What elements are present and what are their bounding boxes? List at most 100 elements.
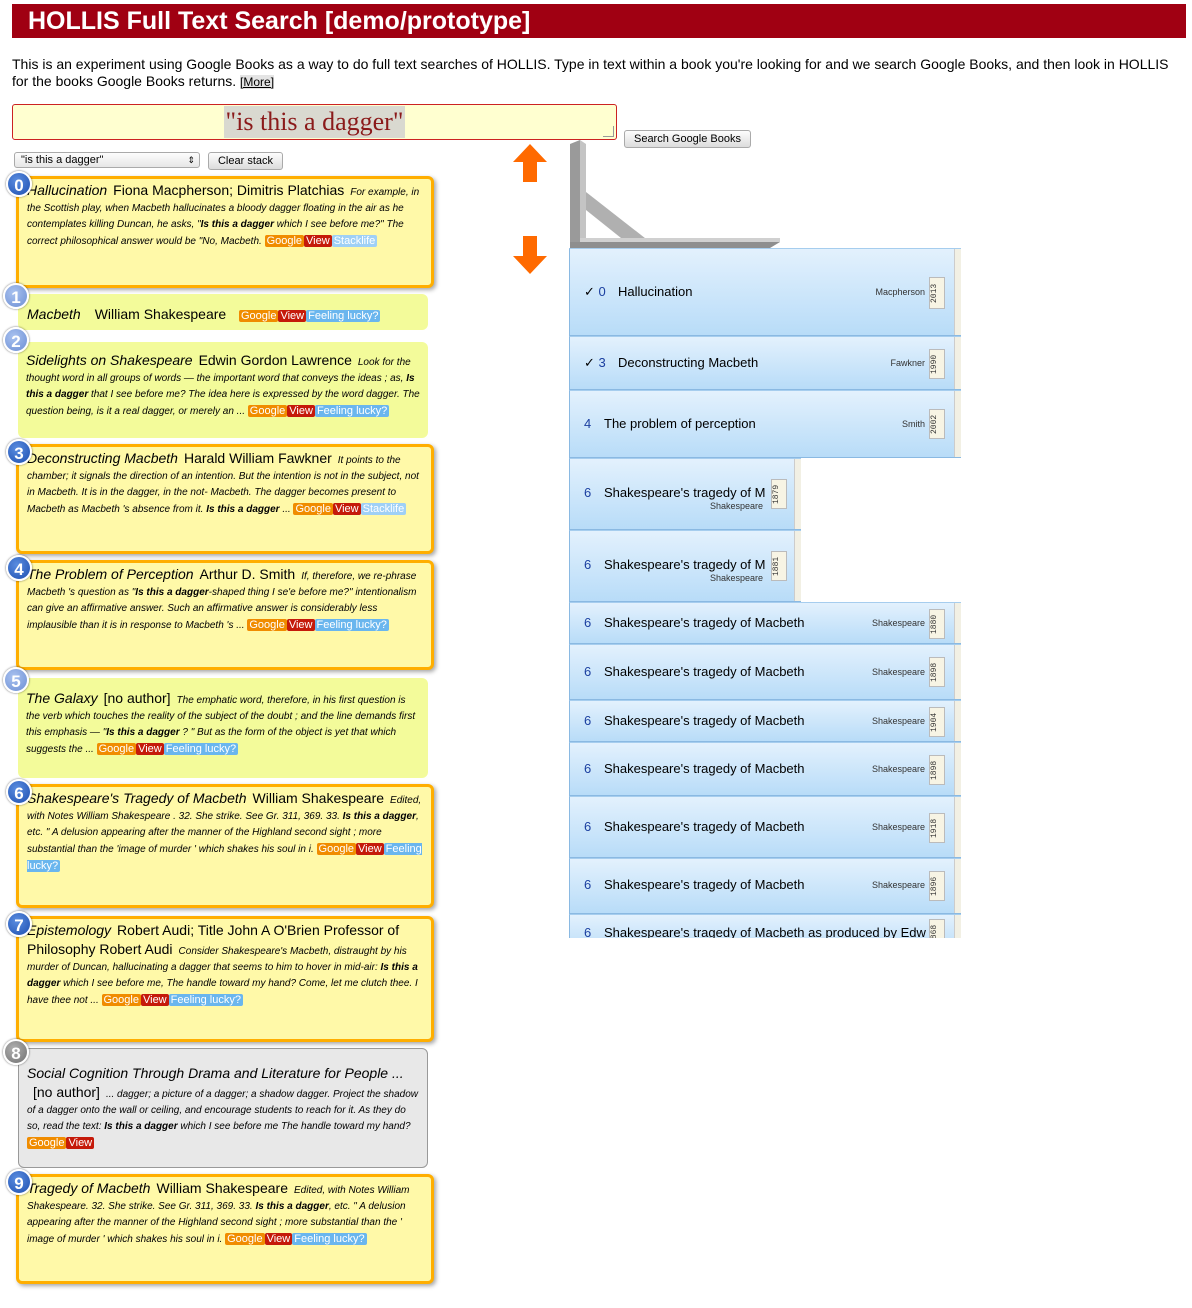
result-title[interactable]: The Galaxy [26,690,98,706]
feeling-lucky-link[interactable]: Feeling lucky? [314,405,390,417]
search-history-select[interactable]: "is this a dagger" ⇕ [14,152,200,168]
feeling-lucky-link[interactable]: Feeling lucky? [306,310,381,322]
result-card[interactable]: Epistemology Robert Audi; Title John A O'… [16,916,434,1042]
result-card[interactable]: Deconstructing Macbeth Harald William Faw… [16,444,434,554]
feeling-lucky-link[interactable]: Feeling lucky? [163,743,239,755]
book-spine[interactable]: 6 Shakespeare's tragedy of Macbeth as pr… [569,914,961,938]
result-card[interactable]: Tragedy of Macbeth William Shakespeare Edi… [16,1174,434,1284]
result-title[interactable]: Epistemology [27,922,111,938]
search-history-value: "is this a dagger" [21,154,104,166]
select-arrows-icon: ⇕ [187,155,195,165]
book-spine-year: 1904 [929,707,945,737]
google-link[interactable]: Google [293,503,333,515]
google-link[interactable]: Google [238,310,279,322]
google-link[interactable]: Google [27,1137,67,1149]
result-title[interactable]: Macbeth [27,306,81,322]
book-spine-check-num: 6 [584,664,592,679]
book-spine-title: Shakespeare's tragedy of Macbeth [604,877,805,892]
book-spine-author: Macpherson [875,287,925,297]
view-link[interactable]: View [332,503,361,515]
book-spine[interactable]: 6 Shakespeare's tragedy of Macbeth Shake… [569,700,961,742]
book-spine-title: Shakespeare's tragedy of M [604,485,766,500]
book-spine-author: Shakespeare [871,822,925,832]
clear-stack-button[interactable]: Clear stack [208,152,283,170]
google-link[interactable]: Google [225,1233,265,1245]
book-spine[interactable]: 6 Shakespeare's tragedy of Macbeth Shake… [569,858,961,914]
result-title[interactable]: Shakespeare's Tragedy of Macbeth [27,790,247,806]
book-page-edge [954,249,961,335]
view-link[interactable]: View [287,405,315,417]
feeling-lucky-link[interactable]: Feeling lucky? [314,619,389,631]
result-card[interactable]: Social Cognition Through Drama and Liter… [18,1048,428,1168]
view-link[interactable]: View [264,1233,293,1245]
view-link[interactable]: View [356,843,384,855]
book-spine[interactable]: 6 Shakespeare's tragedy of M Shakespeare… [569,458,801,530]
book-spine-author: Shakespeare [710,501,764,511]
book-page-edge [954,915,961,938]
result-number-badge: 2 [3,327,29,353]
book-spine-author: Shakespeare [871,667,925,677]
google-link[interactable]: Google [316,843,357,855]
result-title[interactable]: Hallucination [27,182,107,198]
book-spine-author: Shakespeare [871,716,925,726]
book-spine[interactable]: ✓ 0 Hallucination Macpherson 2013 [569,248,961,336]
book-spine-check-num: 6 [584,485,592,500]
scroll-up-arrow-icon[interactable] [509,142,551,184]
result-number-badge: 5 [3,667,29,693]
result-author: Arthur D. Smith [199,566,296,582]
scroll-down-arrow-icon[interactable] [509,234,551,276]
view-link[interactable]: View [304,235,332,247]
result-card[interactable]: Sidelights on Shakespeare Edwin Gordon La… [18,342,428,438]
result-title[interactable]: Social Cognition Through Drama and Liter… [27,1065,404,1081]
google-link[interactable]: Google [247,619,287,631]
google-link[interactable]: Google [101,994,141,1006]
view-link[interactable]: View [136,743,164,755]
feeling-lucky-link[interactable]: Feeling lucky? [168,994,243,1006]
book-spine[interactable]: 6 Shakespeare's tragedy of M Shakespeare… [569,530,801,602]
more-link[interactable]: [More] [240,75,275,89]
book-spine-author: Shakespeare [871,618,925,628]
book-stack[interactable]: ✓ 0 Hallucination Macpherson 2013 ✓ 3 De… [569,248,961,938]
google-link[interactable]: Google [247,405,288,417]
view-link[interactable]: View [66,1137,95,1149]
stacklife-link[interactable]: Stacklife [331,235,378,247]
book-page-edge [954,391,961,457]
result-card[interactable]: Macbeth William Shakespeare Google View Fee… [18,294,428,330]
view-link[interactable]: View [286,619,315,631]
book-spine[interactable]: 6 Shakespeare's tragedy of Macbeth Shake… [569,742,961,796]
result-number-badge: 0 [6,171,32,197]
result-title[interactable]: The Problem of Perception [27,566,194,582]
view-link[interactable]: View [140,994,169,1006]
book-page-edge [954,645,961,699]
result-author: Edwin Gordon Lawrence [198,352,352,368]
resize-grip-icon[interactable] [603,126,614,137]
book-spine-check-num: 6 [584,713,592,728]
google-link[interactable]: Google [264,235,305,247]
book-spine[interactable]: ✓ 3 Deconstructing Macbeth Fawkner 1990 [569,336,961,390]
feeling-lucky-link[interactable]: Feeling lucky? [292,1233,367,1245]
book-spine-author: Shakespeare [710,573,764,583]
book-spine[interactable]: 6 Shakespeare's tragedy of Macbeth Shake… [569,796,961,858]
result-title[interactable]: Deconstructing Macbeth [27,450,178,466]
result-card[interactable]: The Problem of Perception Arthur D. Smith… [16,560,434,670]
result-title[interactable]: Sidelights on Shakespeare [26,352,193,368]
book-spine[interactable]: 6 Shakespeare's tragedy of Macbeth Shake… [569,644,961,700]
search-input[interactable]: "is this a dagger" [12,104,617,140]
book-spine-title: Shakespeare's tragedy of M [604,557,766,572]
google-link[interactable]: Google [96,743,137,755]
result-card[interactable]: Hallucination Fiona Macpherson; Dimitris … [16,176,434,288]
result-title[interactable]: Tragedy of Macbeth [27,1180,150,1196]
book-spine-author: Smith [901,419,925,429]
book-spine[interactable]: 4 The problem of perception Smith 2002 [569,390,961,458]
result-author: Fiona Macpherson; Dimitris Platchias [113,182,345,198]
book-spine-title: Hallucination [618,284,693,299]
stacklife-link[interactable]: Stacklife [360,503,407,515]
book-spine-author: Fawkner [890,358,925,368]
book-page-edge [954,859,961,913]
book-spine-title: The problem of perception [604,416,756,431]
book-spine-check-num: 6 [584,877,592,892]
result-card[interactable]: The Galaxy [no author] The emphatic word, … [18,678,428,778]
view-link[interactable]: View [278,310,307,322]
book-spine[interactable]: 6 Shakespeare's tragedy of Macbeth Shake… [569,602,961,644]
result-card[interactable]: Shakespeare's Tragedy of Macbeth William … [16,784,434,908]
